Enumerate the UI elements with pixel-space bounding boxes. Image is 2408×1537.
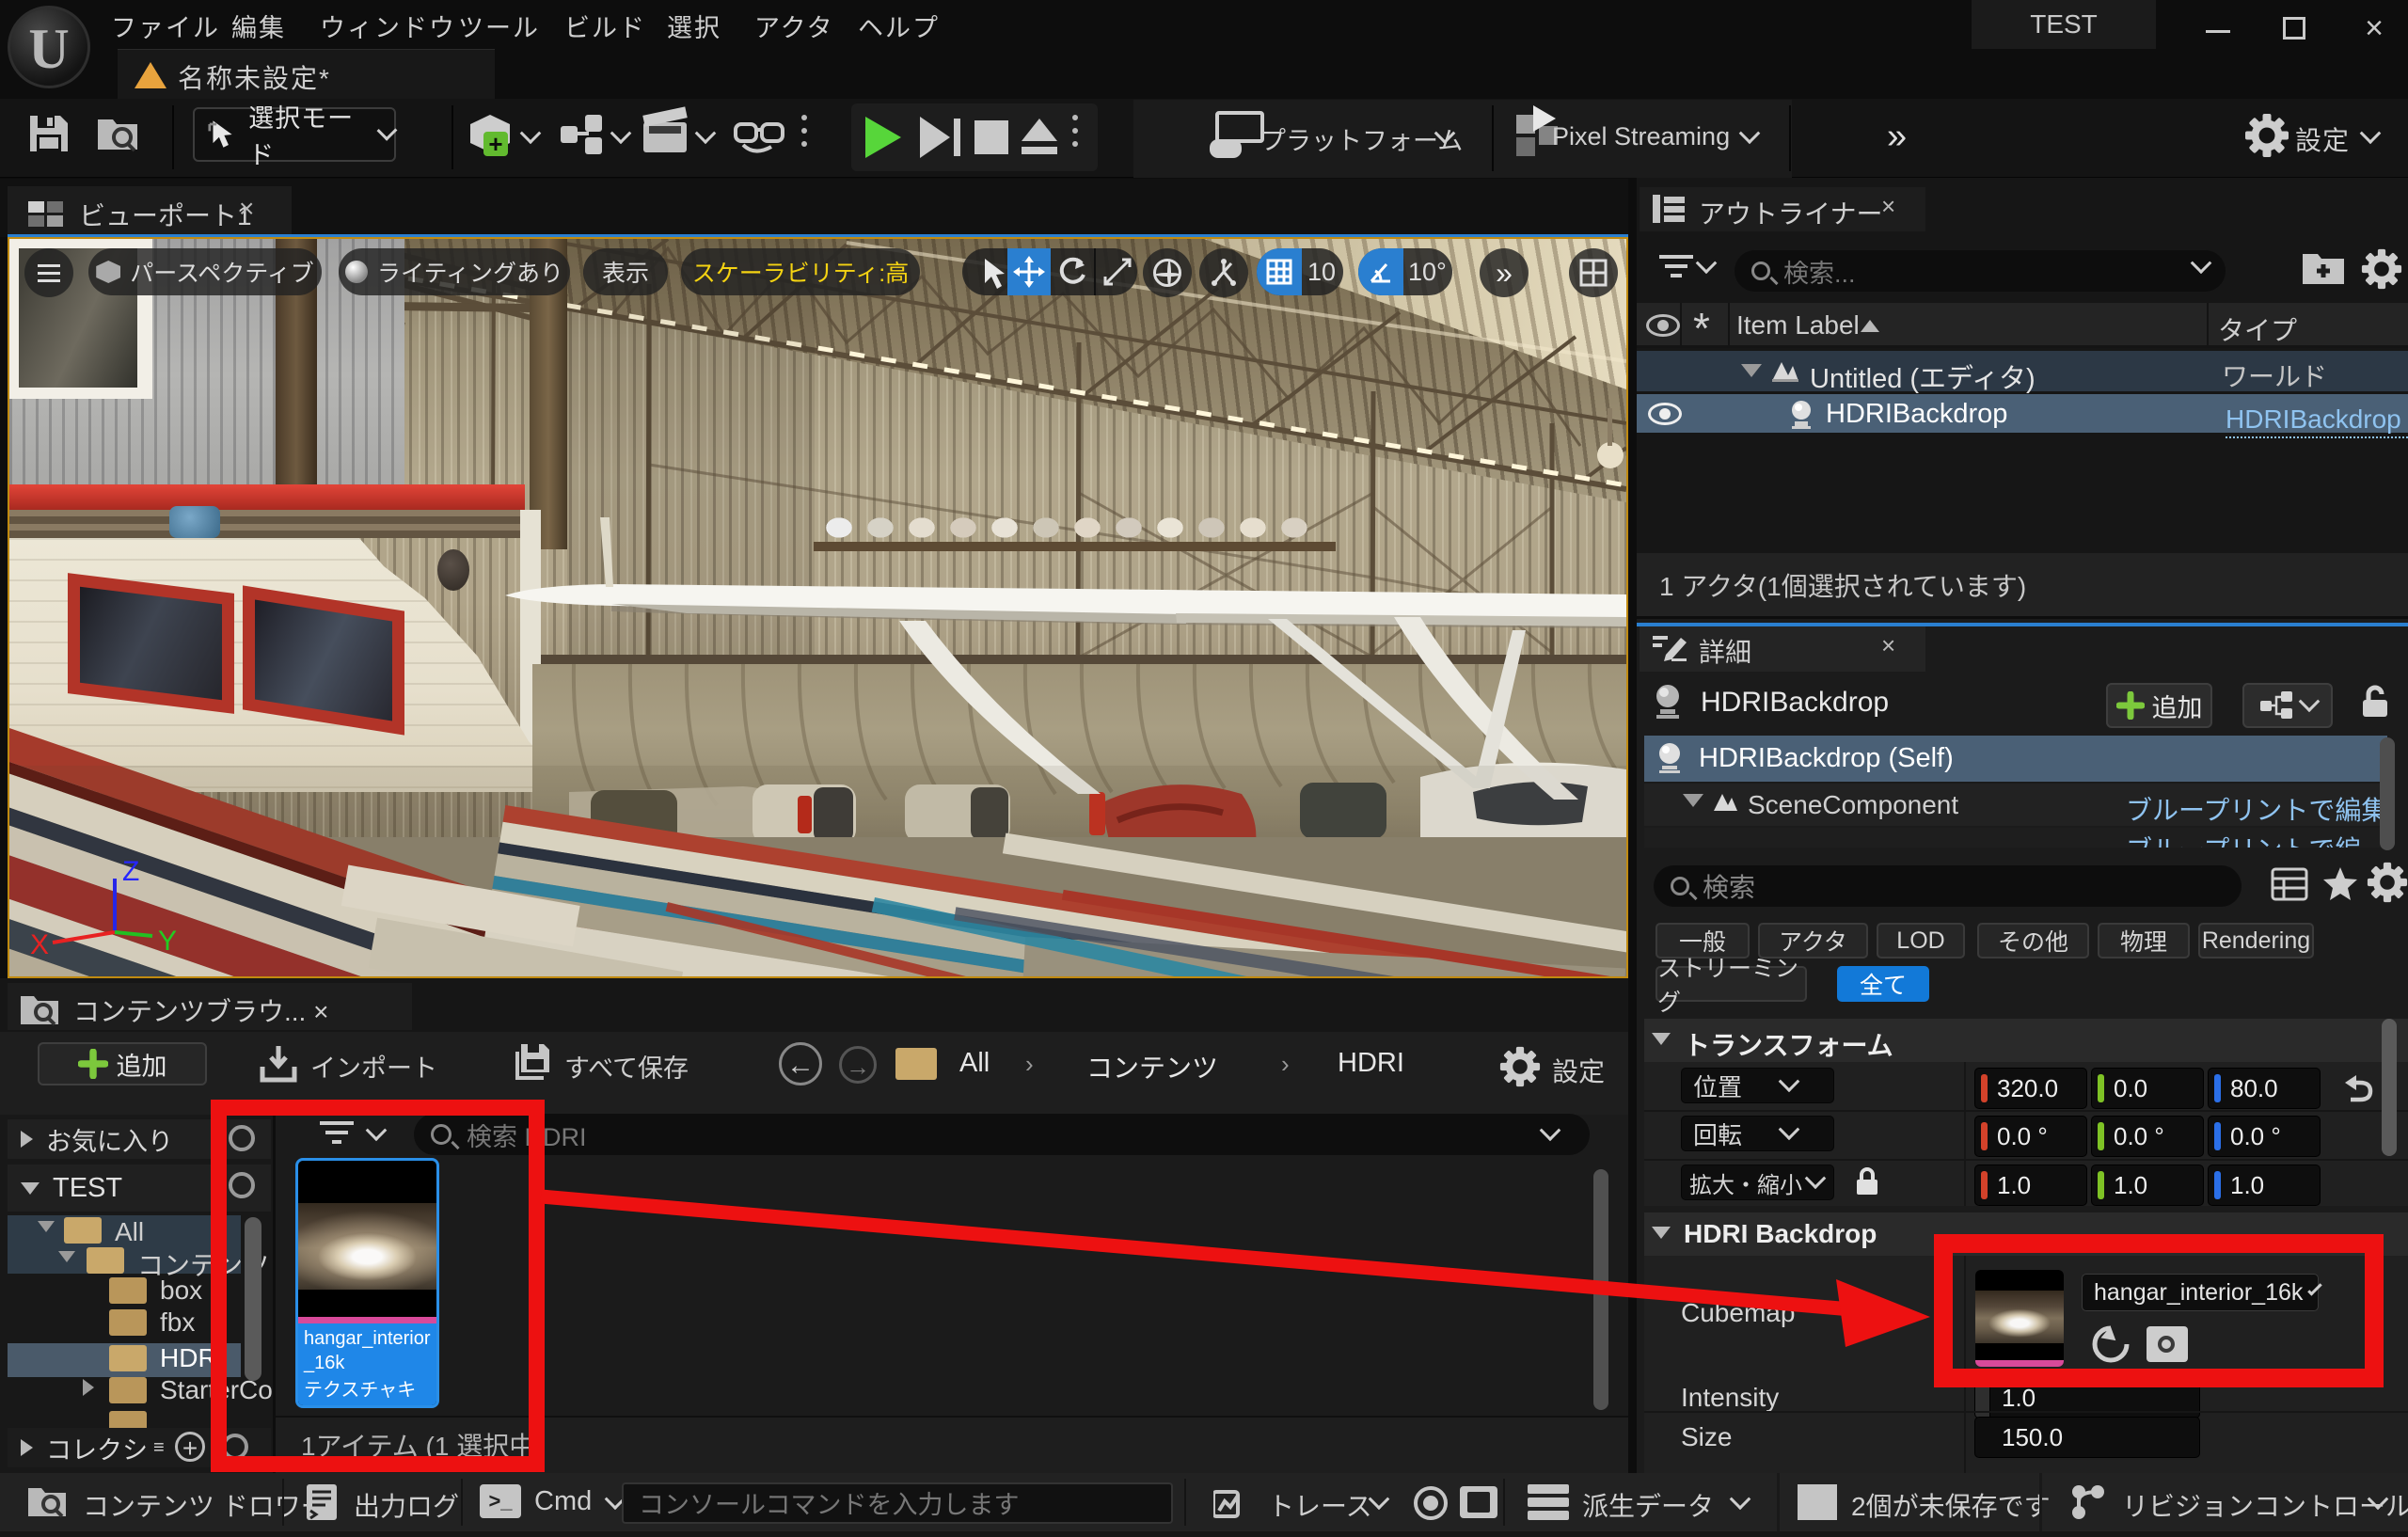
svg-text:Z: Z (122, 856, 139, 887)
svg-text:Y: Y (158, 926, 177, 957)
svg-text:X: X (30, 929, 49, 960)
